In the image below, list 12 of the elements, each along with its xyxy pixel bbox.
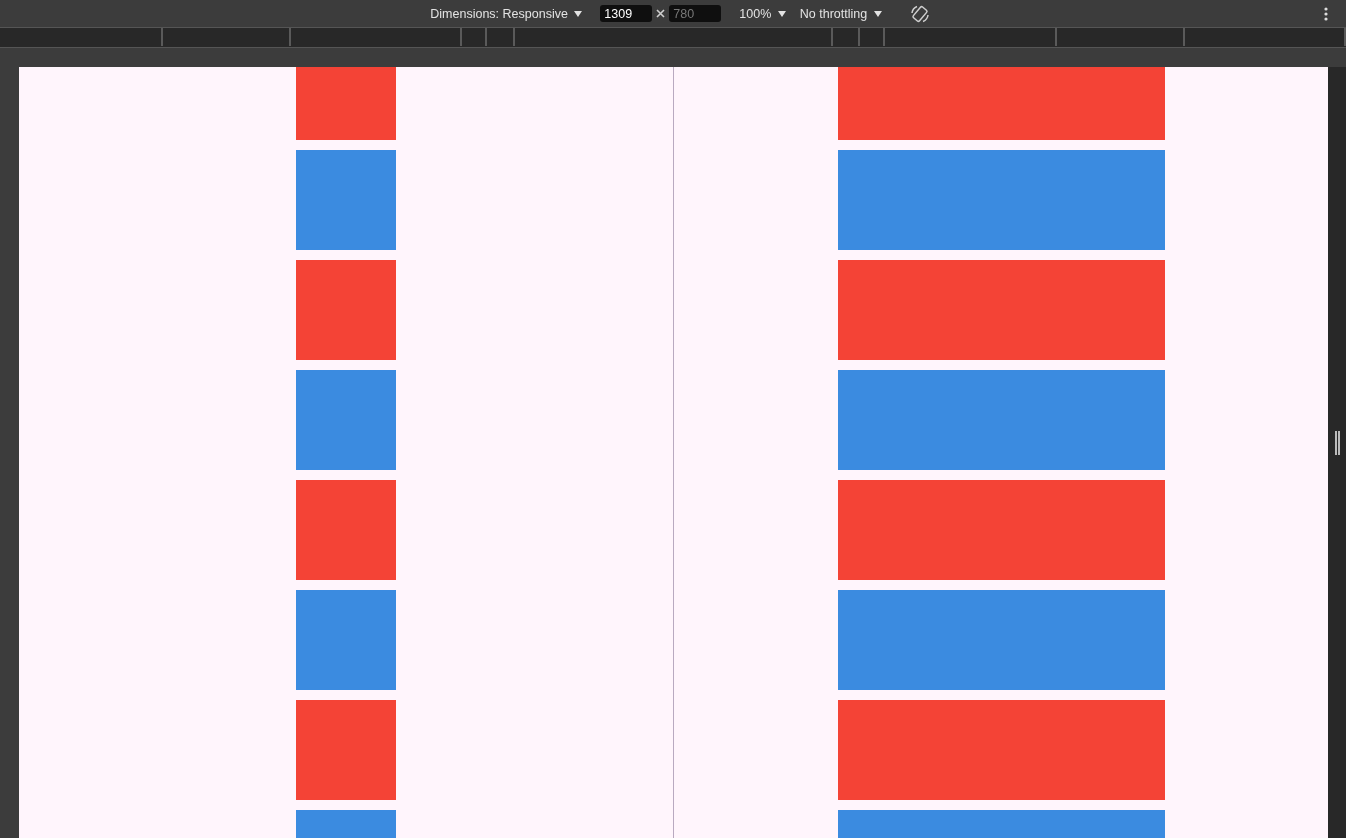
rotate-icon[interactable] [909,3,930,24]
throttling-dropdown[interactable]: No throttling [795,6,886,21]
more-options-icon[interactable] [1324,7,1328,21]
height-input[interactable]: 780 [669,5,722,22]
width-input[interactable]: 1309 [600,5,653,22]
caret-icon [777,11,786,18]
zoom-dropdown[interactable]: 100% [735,6,790,21]
caret-icon [873,11,882,18]
dimensions-dropdown[interactable]: Dimensions: Responsive [426,6,587,21]
times-icon [656,9,666,18]
caret-icon [574,11,583,18]
resize-handle[interactable] [1334,430,1340,455]
